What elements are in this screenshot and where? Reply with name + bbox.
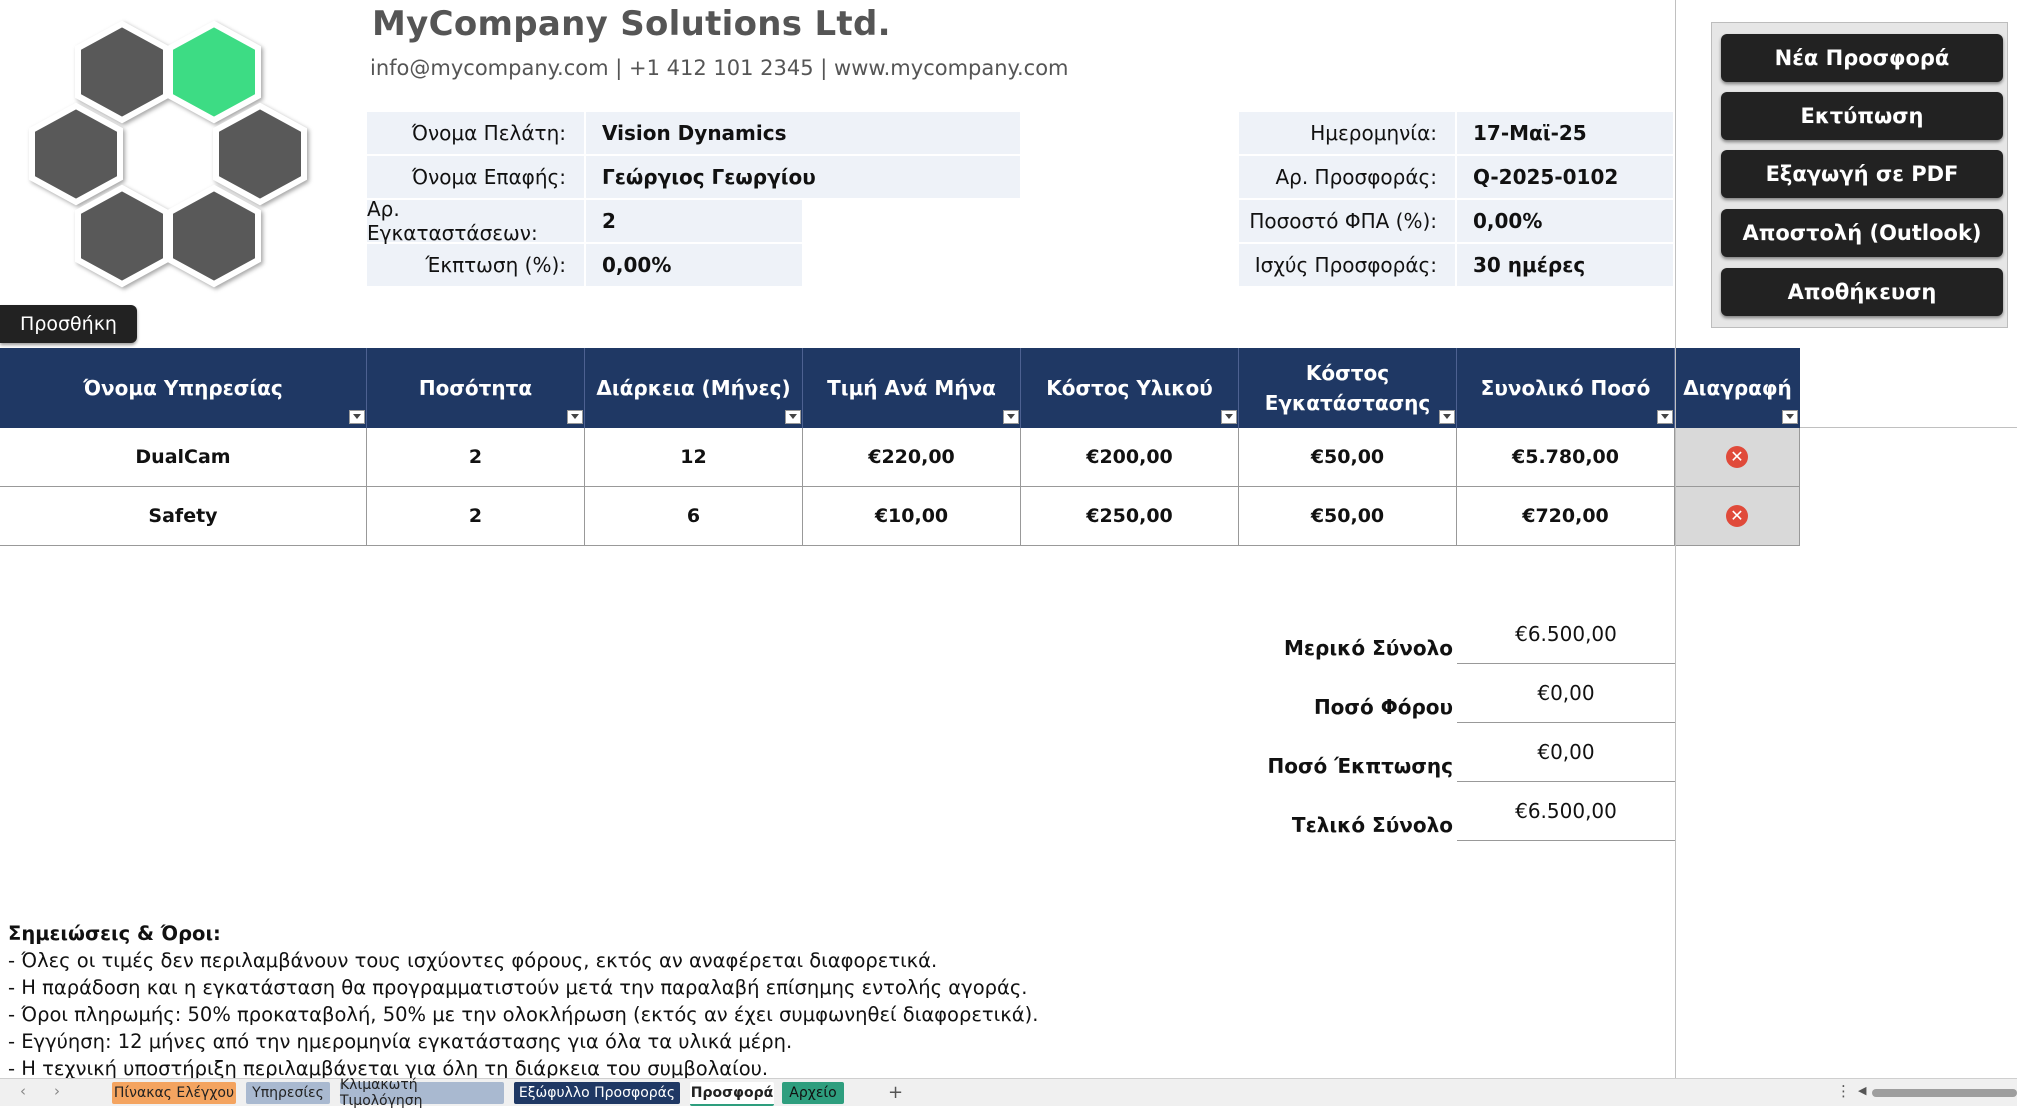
col-header-monthly-price[interactable]: Τιμή Ανά Μήνα xyxy=(803,348,1021,428)
tax-label: Ποσό Φόρου xyxy=(1313,695,1453,719)
note-line: - Εγγύηση: 12 μήνες από την ημερομηνία ε… xyxy=(8,1030,793,1053)
row-divider xyxy=(1800,427,2017,428)
chevron-left-icon[interactable]: ‹ xyxy=(20,1082,26,1100)
quote-number-value[interactable]: Q-2025-0102 xyxy=(1457,156,1673,198)
quote-number-label: Αρ. Προσφοράς: xyxy=(1239,156,1455,198)
column-divider xyxy=(1675,0,1676,1078)
table-cell[interactable]: 2 xyxy=(367,487,585,546)
sheet-tab-archive[interactable]: Αρχείο xyxy=(782,1082,844,1104)
table-cell[interactable]: €5.780,00 xyxy=(1457,428,1675,487)
logo-hex xyxy=(167,184,261,288)
discount-value[interactable]: 0,00% xyxy=(586,244,802,286)
send-outlook-button[interactable]: Αποστολή (Outlook) xyxy=(1721,209,2003,257)
filter-dropdown-icon[interactable] xyxy=(1439,410,1455,424)
table-cell[interactable]: 12 xyxy=(585,428,803,487)
close-circle-icon[interactable]: ✕ xyxy=(1726,505,1748,527)
sheet-tab-quote-cover[interactable]: Εξώφυλλο Προσφοράς xyxy=(514,1082,680,1104)
chevron-right-icon[interactable]: › xyxy=(54,1082,60,1100)
sheet-tab-tiered-pricing[interactable]: Κλιμακωτή Τιμολόγηση xyxy=(340,1077,504,1109)
tax-value: €0,00 xyxy=(1457,673,1675,723)
company-contact: info@mycompany.com | +1 412 101 2345 | w… xyxy=(370,56,1069,80)
print-button[interactable]: Εκτύπωση xyxy=(1721,92,2003,140)
validity-label: Ισχύς Προσφοράς: xyxy=(1239,244,1455,286)
grand-total-value: €6.500,00 xyxy=(1457,791,1675,841)
delete-row-cell[interactable]: ✕ xyxy=(1675,428,1800,487)
logo-hex xyxy=(29,102,123,206)
installations-value[interactable]: 2 xyxy=(586,200,802,242)
filter-dropdown-icon[interactable] xyxy=(1782,410,1798,424)
notes-section: Σημειώσεις & Όροι: - Όλες οι τιμές δεν π… xyxy=(8,920,1038,1082)
table-cell[interactable]: DualCam xyxy=(0,428,367,487)
table-cell[interactable]: 6 xyxy=(585,487,803,546)
more-options-icon[interactable]: ⋮ xyxy=(1836,1082,1851,1100)
note-line: - Όλες οι τιμές δεν περιλαμβάνουν τους ι… xyxy=(8,949,938,972)
plus-icon[interactable]: + xyxy=(888,1082,903,1103)
filter-dropdown-icon[interactable] xyxy=(349,410,365,424)
subtotal-value: €6.500,00 xyxy=(1457,614,1675,664)
company-logo xyxy=(29,20,307,288)
table-cell[interactable]: Safety xyxy=(0,487,367,546)
table-cell[interactable]: €200,00 xyxy=(1021,428,1239,487)
contact-name-value[interactable]: Γεώργιος Γεωργίου xyxy=(586,156,1020,198)
table-cell[interactable]: €220,00 xyxy=(803,428,1021,487)
discount-label: Έκπτωση (%): xyxy=(367,244,584,286)
table-cell[interactable]: €50,00 xyxy=(1239,487,1457,546)
validity-value[interactable]: 30 ημέρες xyxy=(1457,244,1673,286)
table-cell[interactable]: €720,00 xyxy=(1457,487,1675,546)
sheet-tab-services[interactable]: Υπηρεσίες xyxy=(246,1082,330,1104)
filter-dropdown-icon[interactable] xyxy=(1003,410,1019,424)
company-name: MyCompany Solutions Ltd. xyxy=(372,4,891,44)
close-circle-icon[interactable]: ✕ xyxy=(1726,446,1748,468)
col-header-quantity[interactable]: Ποσότητα xyxy=(367,348,585,428)
col-header-material-cost[interactable]: Κόστος Υλικού xyxy=(1021,348,1239,428)
note-line: - Όροι πληρωμής: 50% προκαταβολή, 50% με… xyxy=(8,1003,1039,1026)
logo-hex xyxy=(75,20,169,124)
notes-title: Σημειώσεις & Όροι: xyxy=(8,922,221,945)
filter-dropdown-icon[interactable] xyxy=(785,410,801,424)
discount-amount-label: Ποσό Έκπτωσης xyxy=(1267,754,1453,778)
date-value[interactable]: 17-Μαϊ-25 xyxy=(1457,112,1673,154)
col-header-duration[interactable]: Διάρκεια (Μήνες) xyxy=(585,348,803,428)
add-service-button[interactable]: Προσθήκη xyxy=(0,305,137,343)
table-cell[interactable]: €50,00 xyxy=(1239,428,1457,487)
logo-hex xyxy=(75,184,169,288)
discount-amount-value: €0,00 xyxy=(1457,732,1675,782)
installations-label: Αρ. Εγκαταστάσεων: xyxy=(367,197,584,245)
delete-row-cell[interactable]: ✕ xyxy=(1675,487,1800,546)
date-label: Ημερομηνία: xyxy=(1239,112,1455,154)
filter-dropdown-icon[interactable] xyxy=(567,410,583,424)
col-header-service[interactable]: Όνομα Υπηρεσίας xyxy=(0,348,367,428)
contact-name-label: Όνομα Επαφής: xyxy=(367,156,584,198)
vat-label: Ποσοστό ΦΠΑ (%): xyxy=(1239,200,1455,242)
table-cell[interactable]: 2 xyxy=(367,428,585,487)
note-line: - Η παράδοση και η εγκατάσταση θα προγρα… xyxy=(8,976,1028,999)
subtotal-label: Μερικό Σύνολο xyxy=(1284,636,1453,660)
vat-value[interactable]: 0,00% xyxy=(1457,200,1673,242)
client-name-value[interactable]: Vision Dynamics xyxy=(586,112,1020,154)
filter-dropdown-icon[interactable] xyxy=(1657,410,1673,424)
sheet-tab-dashboard[interactable]: Πίνακας Ελέγχου xyxy=(112,1082,236,1104)
export-pdf-button[interactable]: Εξαγωγή σε PDF xyxy=(1721,150,2003,198)
new-quote-button[interactable]: Νέα Προσφορά xyxy=(1721,34,2003,82)
logo-hex xyxy=(213,102,307,206)
table-cell[interactable]: €10,00 xyxy=(803,487,1021,546)
save-button[interactable]: Αποθήκευση xyxy=(1721,268,2003,316)
filter-dropdown-icon[interactable] xyxy=(1221,410,1237,424)
sheet-tab-quote[interactable]: Προσφορά xyxy=(690,1082,774,1106)
logo-hex-accent xyxy=(167,20,261,124)
grand-total-label: Τελικό Σύνολο xyxy=(1291,813,1453,837)
col-header-install-cost[interactable]: Κόστος Εγκατάστασης xyxy=(1239,348,1457,428)
scroll-left-icon[interactable]: ◀ xyxy=(1858,1084,1866,1097)
col-header-total[interactable]: Συνολικό Ποσό xyxy=(1457,348,1675,428)
table-cell[interactable]: €250,00 xyxy=(1021,487,1239,546)
client-name-label: Όνομα Πελάτη: xyxy=(367,112,584,154)
horizontal-scrollbar[interactable] xyxy=(1872,1089,2017,1097)
